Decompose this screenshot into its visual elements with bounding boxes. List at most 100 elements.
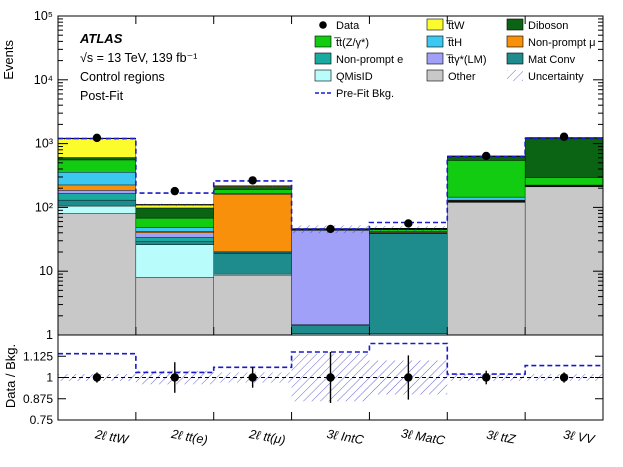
ratio-y-tick-label: 1.125 [23,349,53,363]
uncertainty-band-bin-2 [135,203,214,206]
bar-other-bin-1 [57,213,137,336]
x-category-label-1: 2ℓ ttW [93,427,130,447]
x-category-label-4: 3ℓ IntC [326,427,366,447]
legend-other-label: Other [448,71,476,83]
x-axis-labels: 2ℓ ttW 2ℓ tt(e) 2ℓ tt(μ) 3ℓ IntC 3ℓ MatC 3ℓ t… [93,426,597,448]
bar-non-prompt-bin-2 [135,231,214,233]
legend-non-prompt-e-label: Non-prompt e [336,54,403,66]
legend-t-tw-label: t̅tW [445,20,465,32]
legend-other-swatch [426,69,444,82]
y-tick-label: 1 [46,328,53,342]
legend-t-t-lm-label: t̅tγ*(LM) [445,54,486,66]
legend-qmisid-label: QMisID [336,71,373,83]
ratio-point-bin-5 [404,373,413,382]
data-point-bin-1 [92,133,102,143]
uncertainty-band-bin-3 [213,185,292,188]
data-point-bin-3 [248,176,257,185]
bar-mat-conv-bin-2 [135,241,214,245]
x-category-label-6: 3ℓ ttZ [485,428,516,447]
legend-t-th-label: t̅tH [445,37,462,49]
ratio-point-bin-6 [482,373,491,382]
bar-other-bin-7 [524,186,604,336]
x-category-label-3: 2ℓ tt(μ) [247,427,286,447]
bar-t-t-z-bin-1 [57,159,137,173]
legend-diboson-swatch [506,18,524,31]
legend-non-prompt-label: Non-prompt μ [528,37,595,49]
bar-other-bin-3 [213,275,292,336]
bar-non-prompt-bin-3 [213,194,292,252]
y-tick-label: 10⁵ [34,9,53,23]
postfit-label: Post-Fit [80,89,124,103]
bar-t-t-lm-bin-2 [135,232,214,238]
y-tick-label: 10⁴ [34,73,53,87]
legend-mat-conv-swatch [506,52,524,65]
legend-uncertainty-label: Uncertainty [528,71,584,83]
energy-lumi-label: √s = 13 TeV, 139 fb⁻¹ [80,51,197,65]
ratio-y-tick-label: 0.875 [23,392,53,406]
bar-non-prompt-bin-1 [57,184,137,191]
legend-non-prompt-swatch [506,35,524,48]
bar-t-t-z-bin-6 [447,160,526,198]
y-axis-title: Events [1,40,16,80]
legend-uncertainty-swatch [507,70,523,81]
bar-mat-conv-bin-4 [291,325,370,334]
bar-other-bin-6 [447,202,526,336]
legend-t-t-z-label: t̅t(Z/γ*) [333,37,369,49]
ratio-y-tick-label: 1 [46,371,53,385]
bar-t-t-lm-bin-4 [291,230,370,325]
bar-mat-conv-bin-1 [57,199,137,207]
bar-diboson-bin-1 [57,157,137,161]
bar-qmisid-bin-2 [135,244,214,278]
bar-diboson-bin-2 [135,207,214,219]
bar-t-th-bin-6 [447,196,526,201]
ratio-panel: 0.75 0.875 1 1.125 [23,334,604,427]
bar-non-prompt-e-bin-1 [57,193,137,201]
x-category-label-7: 3ℓ VV [562,427,597,446]
legend-diboson-label: Diboson [528,20,568,32]
bar-diboson-bin-3 [213,187,292,190]
data-point-bin-7 [559,132,569,141]
bar-qmisid-bin-3 [213,273,292,276]
y-tick-label: 10 [39,264,53,278]
bar-t-t-z-bin-7 [524,177,604,186]
atlas-control-regions-figure: 1 10 10² 10³ 10⁴ 10⁵ 0.75 0.875 1 1.125 Events A… [1,9,604,448]
bar-t-th-bin-2 [135,227,214,232]
bar-qmisid-bin-1 [57,205,137,214]
legend-t-t-z-swatch [314,35,332,48]
y-tick-label: 10³ [35,137,53,151]
bar-t-t-z-bin-3 [213,189,292,194]
x-category-label-2: 2ℓ tt(e) [169,427,209,447]
legend-data-marker [319,21,327,29]
ratio-point-bin-7 [559,373,569,382]
bar-t-t-lm-bin-1 [57,190,137,194]
legend-non-prompt-e-swatch [314,52,332,65]
bar-diboson-bin-7 [524,137,604,178]
legend-pre-fit-bkg-label: Pre-Fit Bkg. [336,88,394,100]
control-regions-label: Control regions [80,70,165,84]
ratio-axis-title: Data / Bkg. [3,344,18,408]
legend-t-tw-swatch [426,18,444,31]
ratio-point-bin-3 [248,373,257,382]
legend-data-label: Data [336,20,360,32]
data-point-bin-2 [170,186,179,196]
ratio-point-bin-2 [170,373,179,382]
bar-other-bin-2 [135,277,214,336]
legend-t-t-lm-swatch [426,52,444,65]
ratio-point-bin-1 [92,373,102,382]
legend-mat-conv-label: Mat Conv [528,54,576,66]
data-point-bin-5 [404,219,413,228]
data-point-bin-6 [482,151,491,161]
x-category-label-5: 3ℓ MatC [400,426,447,448]
bar-t-t-z-bin-2 [135,217,214,228]
legend-t-th-swatch [426,35,444,48]
data-point-bin-4 [326,224,335,234]
legend: Data t̅tW Diboson t̅t(Z/γ*) t̅tH Non-prompt μ… [314,18,595,100]
atlas-label: ATLAS [79,31,123,46]
bar-mat-conv-bin-5 [369,233,448,334]
legend-qmisid-swatch [314,69,332,82]
bar-non-prompt-e-bin-2 [135,237,214,242]
y-tick-label: 10² [35,200,53,214]
ratio-point-bin-4 [326,373,335,382]
ratio-y-tick-label: 0.75 [30,413,54,427]
bar-mat-conv-bin-3 [213,253,292,275]
